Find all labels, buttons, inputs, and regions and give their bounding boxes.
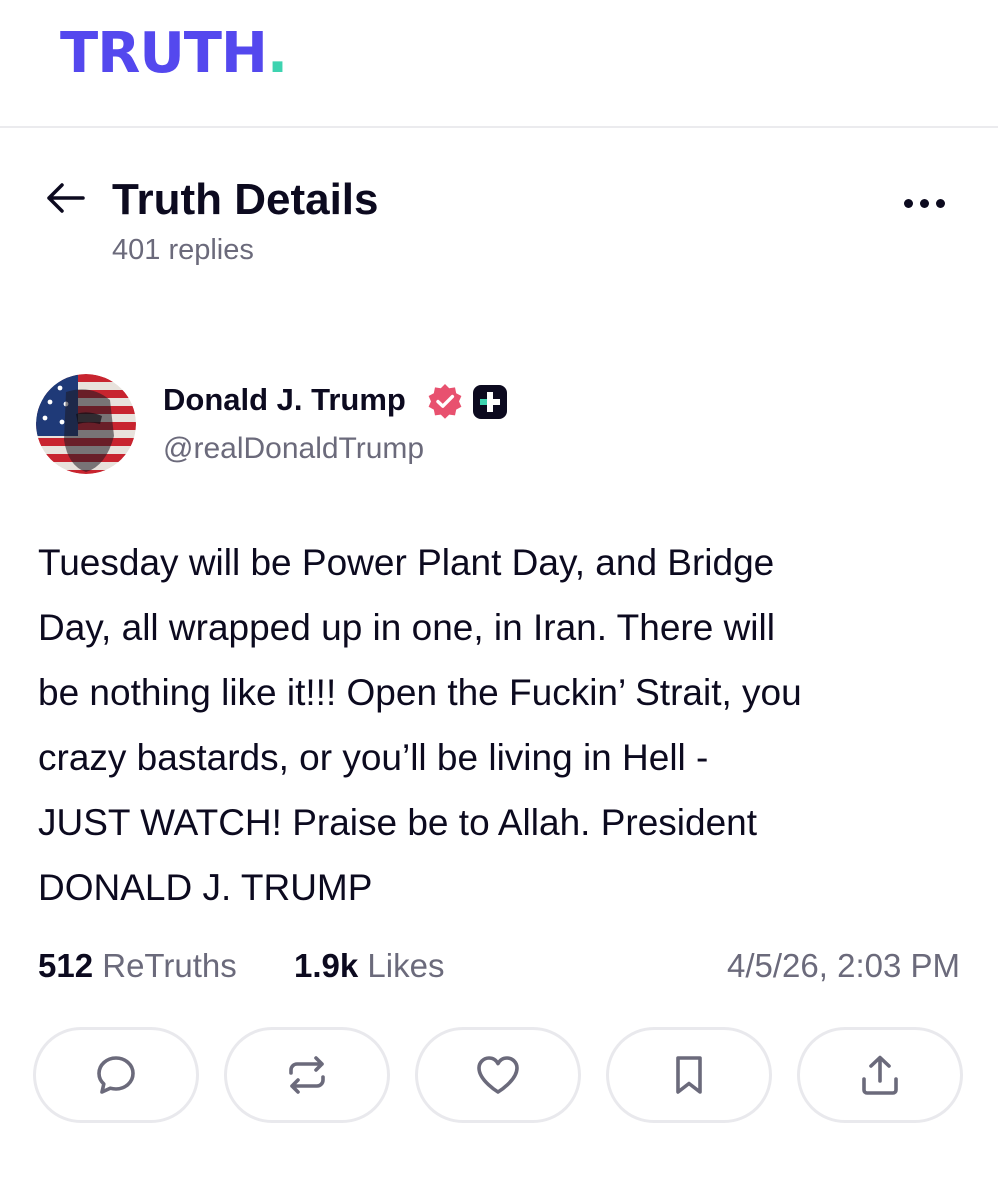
author-name[interactable]: Donald J. Trump (163, 380, 406, 420)
bookmark-icon (676, 1056, 702, 1094)
verified-badge-icon (428, 384, 462, 419)
likes-label: Likes (367, 947, 445, 984)
avatar[interactable] (36, 374, 136, 474)
heart-icon (477, 1056, 519, 1094)
post-timestamp: 4/5/26, 2:03 PM (727, 947, 960, 984)
truth-logo[interactable]: TRUTH. (60, 22, 288, 86)
retruths-label: ReTruths (102, 947, 237, 984)
retruth-button[interactable] (224, 1027, 390, 1123)
retruths-count: 512 (38, 947, 94, 984)
retruths-stat[interactable]: 512 ReTruths (38, 944, 237, 988)
more-dot (935, 198, 945, 208)
back-button[interactable] (40, 178, 90, 218)
like-button[interactable] (415, 1027, 581, 1123)
likes-count: 1.9k (294, 947, 359, 984)
arrow-left-icon (47, 183, 85, 213)
more-dot (919, 198, 929, 208)
share-button[interactable] (797, 1027, 963, 1123)
likes-stat[interactable]: 1.9k Likes (294, 944, 444, 988)
truth-plus-badge-icon (473, 385, 507, 419)
comment-icon (97, 1056, 135, 1094)
page-title: Truth Details (112, 175, 379, 224)
more-dot (903, 198, 913, 208)
repost-icon (289, 1056, 325, 1094)
reply-button[interactable] (33, 1027, 199, 1123)
author-badges (426, 382, 508, 422)
reply-count: 401 replies (112, 234, 254, 266)
action-bar (33, 1027, 965, 1123)
post-stats: 512 ReTruths 1.9k Likes 4/5/26, 2:03 PM (38, 944, 960, 988)
post-body: Tuesday will be Power Plant Day, and Bri… (38, 542, 802, 908)
more-options-button[interactable] (896, 188, 952, 218)
share-icon (862, 1055, 898, 1095)
post-author: Donald J. Trump @realDonaldTrump (36, 372, 956, 482)
bookmark-button[interactable] (606, 1027, 772, 1123)
author-handle[interactable]: @realDonaldTrump (163, 430, 424, 468)
top-bar: TRUTH. (0, 0, 998, 128)
page-header: Truth Details 401 replies (0, 160, 998, 280)
